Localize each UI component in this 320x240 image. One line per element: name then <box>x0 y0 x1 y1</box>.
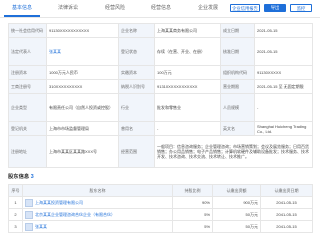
business-term-label: 营业期限 <box>220 79 255 94</box>
info-row: 登记机关 上海市市场监督管理局 曾用名 - 英文名 Shanghai Huich… <box>8 121 313 136</box>
row-ratio: 90% <box>172 196 213 209</box>
tax-id-value: 91310XXXXXXXXXXX <box>154 79 221 94</box>
former-name-value: - <box>154 121 221 136</box>
col-index: 序号 <box>8 184 23 197</box>
row-amount: 900万元 <box>212 196 261 209</box>
status-label: 登记状态 <box>118 37 155 66</box>
row-date: 2041-05-15 <box>260 196 313 209</box>
industry-value: 批发和零售业 <box>154 93 221 122</box>
tab-risk[interactable]: 经营风险 <box>97 0 133 17</box>
col-ratio: 持股比例 <box>172 184 213 197</box>
shareholder-section-title: 股东信息 3 <box>8 173 34 182</box>
info-row: 统一社会信用代码 91130XXXXXXXXXXX 企业名称 上海某某商务有限公… <box>8 23 313 38</box>
approval-date-label: 核准日期 <box>220 37 255 66</box>
paid-capital-value: 100万元 <box>154 65 221 80</box>
row-date: 2041-05-15 <box>260 220 313 233</box>
row-ratio: 5% <box>172 220 213 233</box>
scope-label: 经营范围 <box>118 135 155 168</box>
row-name[interactable]: 上海某某投资管理有限公司 <box>22 196 173 209</box>
shareholder-link[interactable]: 上海某某投资管理有限公司 <box>35 200 83 205</box>
company-type-label: 企业类型 <box>8 93 47 122</box>
export-button[interactable]: 导出 <box>264 4 286 12</box>
english-name-value: Shanghai Huicheng Trading Co., Ltd. <box>254 121 313 136</box>
report-button[interactable]: 企业信用报告 <box>230 4 260 12</box>
shareholder-header-row: 序号 股东名称 持股比例 认缴出资额 认缴出资日期 <box>8 184 313 197</box>
address-label: 注册地址 <box>8 135 47 168</box>
company-type-value: 有限责任公司（自然人投资或控股） <box>46 93 119 122</box>
shareholder-title-text: 股东信息 <box>8 174 30 180</box>
tax-id-label: 纳税人识别号 <box>118 79 155 94</box>
tab-basic-info[interactable]: 基本信息 <box>4 0 40 17</box>
shareholder-link[interactable]: 北京某某企业管理咨询合伙企业（有限合伙） <box>35 212 115 217</box>
person-avatar-icon <box>25 222 33 231</box>
reg-number-label: 工商注册号 <box>8 79 47 94</box>
col-name: 股东名称 <box>22 184 173 197</box>
scope-value: 一般项目：信息咨询服务；企业管理咨询；市场营销策划；会议及展览服务；日用百货销售… <box>154 135 313 168</box>
credit-code-label: 统一社会信用代码 <box>8 23 47 38</box>
row-name[interactable]: 张某某 <box>22 220 173 233</box>
industry-label: 行业 <box>118 93 155 122</box>
reg-number-value: 310XXXXXXXXXX <box>46 79 119 94</box>
legal-rep-value[interactable]: 张某某 <box>46 37 119 66</box>
org-code-label: 组织机构代码 <box>220 65 255 80</box>
company-logo-icon <box>25 210 33 219</box>
legal-rep-link[interactable]: 张某某 <box>49 49 61 54</box>
tab-development[interactable]: 企业发展 <box>190 0 226 17</box>
row-amount: 50万元 <box>212 220 261 233</box>
row-name[interactable]: 北京某某企业管理咨询合伙企业（有限合伙） <box>22 208 173 221</box>
company-logo-icon <box>25 198 33 207</box>
company-name-label: 企业名称 <box>118 23 155 38</box>
table-row: 2 北京某某企业管理咨询合伙企业（有限合伙） 5% 50万元 2041-05-1… <box>8 208 313 221</box>
info-row: 注册地址 上海市某某区某某路XXX号 经营范围 一般项目：信息咨询服务；企业管理… <box>8 135 313 168</box>
row-index: 2 <box>8 208 23 221</box>
former-name-label: 曾用名 <box>118 121 155 136</box>
row-index: 3 <box>8 220 23 233</box>
shareholder-section-header: 股东信息 3 <box>8 173 312 182</box>
founded-date-value: 2021-05-15 <box>254 23 313 38</box>
founded-date-label: 成立日期 <box>220 23 255 38</box>
english-name-label: 英文名 <box>220 121 255 136</box>
row-date: 2041-05-15 <box>260 208 313 221</box>
legal-rep-label: 法定代表人 <box>8 37 47 66</box>
credit-code-value: 91130XXXXXXXXXXX <box>46 23 119 38</box>
staff-size-label: 人员规模 <box>220 93 255 122</box>
status-value: 存续（在营、开业、在册） <box>154 37 221 66</box>
tab-bar: 基本信息 法律诉讼 经营风险 经营信息 企业发展 企业信用报告 导出 监控 <box>0 0 320 18</box>
info-row: 工商注册号 310XXXXXXXXXX 纳税人识别号 91310XXXXXXXX… <box>8 79 313 94</box>
table-row: 3 张某某 5% 50万元 2041-05-15 <box>8 220 313 233</box>
tab-legal[interactable]: 法律诉讼 <box>50 0 86 17</box>
org-code-value: 91130XXXXX <box>254 65 313 80</box>
staff-size-value: - <box>254 93 313 122</box>
col-date: 认缴出资日期 <box>260 184 313 197</box>
shareholder-table: 序号 股东名称 持股比例 认缴出资额 认缴出资日期 1 上海某某投资管理有限公司… <box>8 184 313 233</box>
row-index: 1 <box>8 196 23 209</box>
table-row: 1 上海某某投资管理有限公司 90% 900万元 2041-05-15 <box>8 196 313 209</box>
reg-capital-value: 1000万元人民币 <box>46 65 119 80</box>
basic-info-table: 统一社会信用代码 91130XXXXXXXXXXX 企业名称 上海某某商务有限公… <box>8 23 313 168</box>
reg-authority-label: 登记机关 <box>8 121 47 136</box>
row-ratio: 5% <box>172 208 213 221</box>
reg-capital-label: 注册资本 <box>8 65 47 80</box>
info-row: 企业类型 有限责任公司（自然人投资或控股） 行业 批发和零售业 人员规模 - <box>8 93 313 122</box>
approval-date-value: 2021-05-15 <box>254 37 313 66</box>
shareholder-count: 3 <box>30 174 34 180</box>
company-name-value: 上海某某商务有限公司 <box>154 23 221 38</box>
info-row: 法定代表人 张某某 登记状态 存续（在营、开业、在册） 核准日期 2021-05… <box>8 37 313 66</box>
reg-authority-value: 上海市市场监督管理局 <box>46 121 119 136</box>
row-amount: 50万元 <box>212 208 261 221</box>
tab-operation[interactable]: 经营信息 <box>143 0 179 17</box>
monitor-button[interactable]: 监控 <box>290 4 312 12</box>
paid-capital-label: 实缴资本 <box>118 65 155 80</box>
business-term-value: 2021-05-15 至 无固定期限 <box>254 79 313 94</box>
shareholder-link[interactable]: 张某某 <box>35 224 47 229</box>
col-amount: 认缴出资额 <box>212 184 261 197</box>
address-value: 上海市某某区某某路XXX号 <box>46 135 119 168</box>
info-row: 注册资本 1000万元人民币 实缴资本 100万元 组织机构代码 91130XX… <box>8 65 313 80</box>
